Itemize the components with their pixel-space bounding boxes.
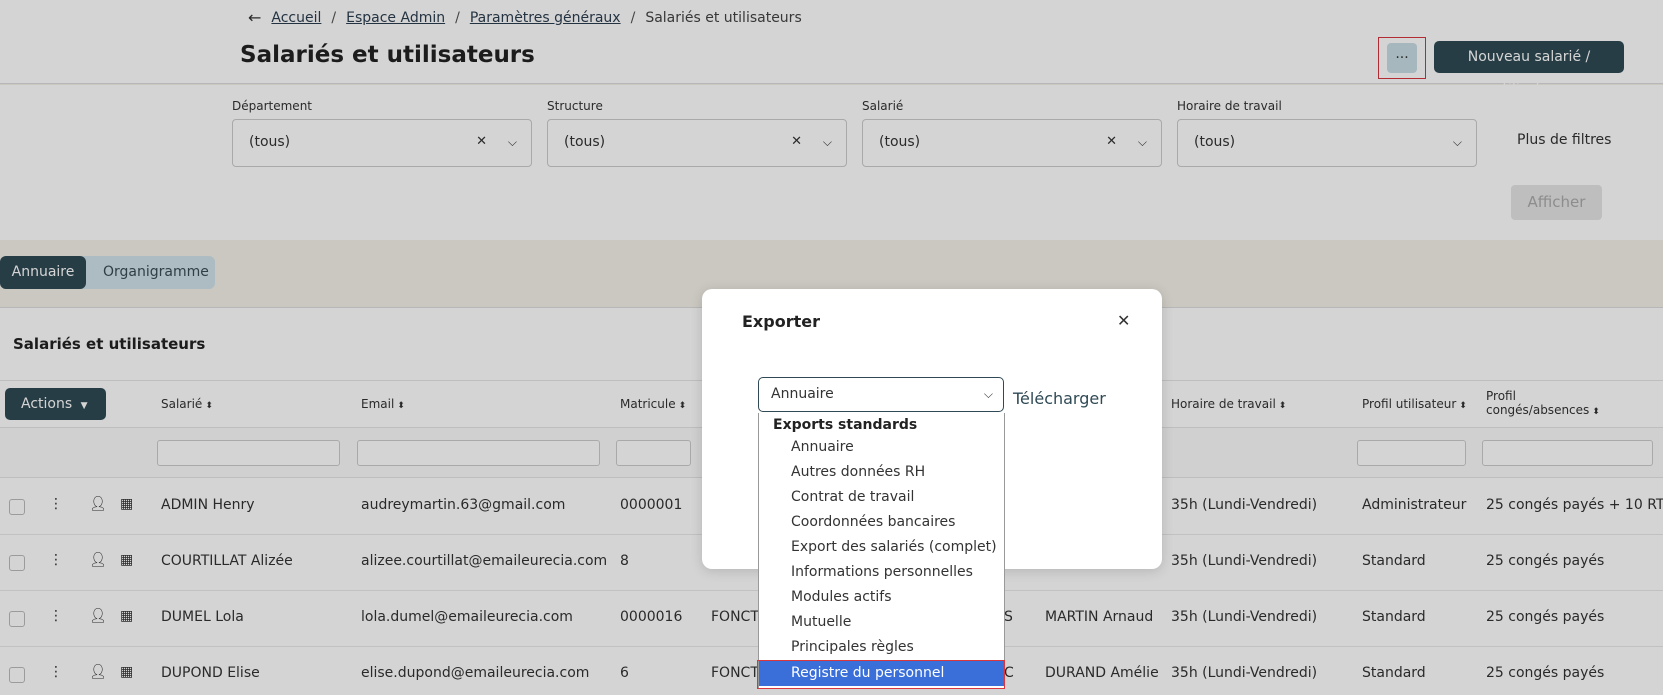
dropdown-option[interactable]: Coordonnées bancaires	[759, 510, 1004, 535]
dropdown-option[interactable]: Informations personnelles	[759, 560, 1004, 585]
dropdown-option[interactable]: Contrat de travail	[759, 485, 1004, 510]
select-value: Annuaire	[771, 386, 834, 402]
chevron-down-icon: ⌵	[983, 387, 993, 401]
dropdown-option[interactable]: Mutuelle	[759, 610, 1004, 635]
dropdown-group-label: Exports standards	[773, 417, 918, 433]
dropdown-option[interactable]: Principales règles	[759, 635, 1004, 660]
dropdown-option[interactable]: Modules actifs	[759, 585, 1004, 610]
dropdown-option[interactable]: Export des salariés (complet)	[759, 535, 1004, 560]
dropdown-option[interactable]: Autres données RH	[759, 460, 1004, 485]
export-type-select[interactable]: Annuaire ⌵	[758, 377, 1004, 412]
dropdown-option[interactable]: Annuaire	[759, 435, 1004, 460]
modal-title: Exporter	[742, 312, 820, 331]
close-icon[interactable]: ✕	[1117, 311, 1130, 330]
export-type-dropdown: Exports standards Annuaire Autres donnée…	[758, 413, 1005, 689]
highlight-outline	[757, 660, 1005, 689]
download-link[interactable]: Télécharger	[1013, 389, 1106, 408]
